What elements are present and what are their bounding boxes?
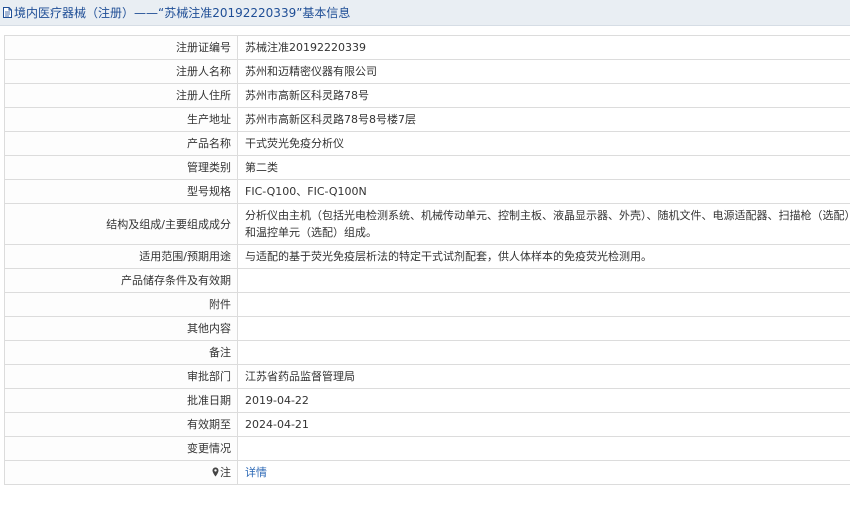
note-value: 详情: [237, 460, 850, 485]
pin-icon: [212, 467, 219, 477]
field-value: 苏州市高新区科灵路78号8号楼7层: [237, 107, 850, 132]
field-label: 附件: [4, 292, 238, 317]
table-row: 有效期至 2024-04-21: [4, 412, 850, 437]
field-value: 苏州市高新区科灵路78号: [237, 83, 850, 108]
field-value: 2019-04-22: [237, 388, 850, 413]
table-row: 注册人名称 苏州和迈精密仪器有限公司: [4, 59, 850, 84]
header-record-title: “苏械注准20192220339”基本信息: [158, 6, 351, 20]
field-label: 产品名称: [4, 131, 238, 156]
field-label: 批准日期: [4, 388, 238, 413]
field-value: 干式荧光免疫分析仪: [237, 131, 850, 156]
field-label: 注册证编号: [4, 35, 238, 60]
field-label: 结构及组成/主要组成成分: [4, 203, 238, 245]
table-row: 注册人住所 苏州市高新区科灵路78号: [4, 83, 850, 108]
table-row: 附件: [4, 292, 850, 317]
table-row: 生产地址 苏州市高新区科灵路78号8号楼7层: [4, 107, 850, 132]
document-icon: [3, 7, 12, 18]
note-label-cell: 注: [4, 460, 238, 485]
field-value: [237, 436, 850, 461]
field-label: 有效期至: [4, 412, 238, 437]
note-label: 注: [220, 466, 231, 479]
field-label: 生产地址: [4, 107, 238, 132]
field-value: [237, 316, 850, 341]
field-label: 备注: [4, 340, 238, 365]
table-row: 管理类别 第二类: [4, 155, 850, 180]
table-row: 备注: [4, 340, 850, 365]
table-row: 产品名称 干式荧光免疫分析仪: [4, 131, 850, 156]
table-row: 其他内容: [4, 316, 850, 341]
field-label: 变更情况: [4, 436, 238, 461]
field-label: 审批部门: [4, 364, 238, 389]
field-label: 管理类别: [4, 155, 238, 180]
field-value: [237, 340, 850, 365]
field-label: 适用范围/预期用途: [4, 244, 238, 269]
table-row: 结构及组成/主要组成成分 分析仪由主机（包括光电检测系统、机械传动单元、控制主板…: [4, 203, 850, 245]
field-value: 分析仪由主机（包括光电检测系统、机械传动单元、控制主板、液晶显示器、外壳）、随机…: [237, 203, 850, 245]
page-header: 境内医疗器械（注册） —— “苏械注准20192220339”基本信息: [0, 0, 850, 26]
field-value: FIC-Q100、FIC-Q100N: [237, 179, 850, 204]
header-separator: ——: [134, 5, 159, 20]
table-row: 批准日期 2019-04-22: [4, 388, 850, 413]
table-row: 产品储存条件及有效期: [4, 268, 850, 293]
field-label: 其他内容: [4, 316, 238, 341]
field-value: 江苏省药品监督管理局: [237, 364, 850, 389]
detail-link[interactable]: 详情: [245, 466, 267, 479]
field-value: 苏械注准20192220339: [237, 35, 850, 60]
field-label: 型号规格: [4, 179, 238, 204]
table-row: 适用范围/预期用途 与适配的基于荧光免疫层析法的特定干式试剂配套，供人体样本的免…: [4, 244, 850, 269]
note-row: 注 详情: [4, 460, 850, 485]
field-value: 第二类: [237, 155, 850, 180]
field-value: 苏州和迈精密仪器有限公司: [237, 59, 850, 84]
table-row: 变更情况: [4, 436, 850, 461]
field-value: [237, 292, 850, 317]
field-label: 注册人名称: [4, 59, 238, 84]
field-value: [237, 268, 850, 293]
field-label: 注册人住所: [4, 83, 238, 108]
table-row: 注册证编号 苏械注准20192220339: [4, 35, 850, 60]
header-category: 境内医疗器械（注册）: [14, 6, 135, 20]
registration-info-table: 注册证编号 苏械注准20192220339 注册人名称 苏州和迈精密仪器有限公司…: [4, 35, 850, 485]
field-value: 与适配的基于荧光免疫层析法的特定干式试剂配套，供人体样本的免疫荧光检测用。: [237, 244, 850, 269]
field-value: 2024-04-21: [237, 412, 850, 437]
table-row: 型号规格 FIC-Q100、FIC-Q100N: [4, 179, 850, 204]
field-label: 产品储存条件及有效期: [4, 268, 238, 293]
table-row: 审批部门 江苏省药品监督管理局: [4, 364, 850, 389]
